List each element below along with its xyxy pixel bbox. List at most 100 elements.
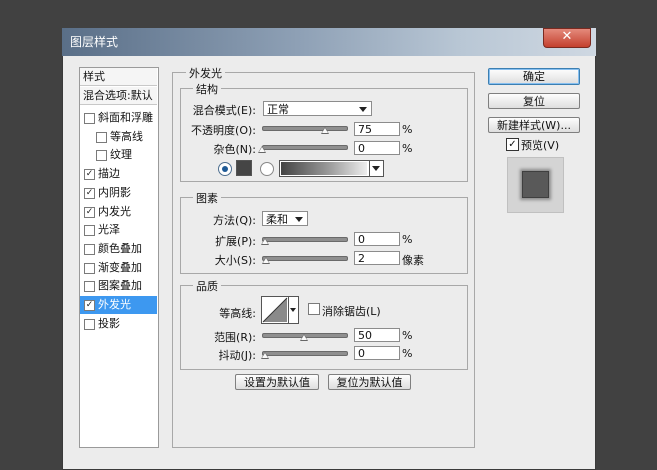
style-item-label: 内阴影 [98, 185, 131, 199]
noise-slider[interactable] [262, 145, 348, 150]
style-item[interactable]: 纹理 [80, 146, 157, 164]
style-item-checkbox[interactable] [84, 243, 95, 255]
gradient-dropdown[interactable] [369, 161, 383, 176]
close-button[interactable]: ✕ [543, 28, 591, 48]
style-item-label: 图案叠加 [98, 279, 142, 293]
style-item[interactable]: ✓ 外发光 [80, 296, 157, 314]
styles-header[interactable]: 样式 [80, 68, 157, 86]
ok-button[interactable]: 确定 [488, 68, 580, 85]
blend-mode-value: 正常 [267, 103, 289, 116]
size-label: 大小(S): [214, 254, 256, 267]
preview-checkbox[interactable]: ✓ [506, 138, 519, 151]
style-item-checkbox[interactable] [84, 225, 95, 237]
glow-color-swatch[interactable] [236, 160, 252, 176]
style-item[interactable]: ✓ 内发光 [80, 203, 157, 221]
noise-unit: % [402, 142, 413, 155]
size-unit: 像素 [402, 254, 424, 267]
opacity-slider[interactable] [262, 126, 348, 131]
elements-title: 图素 [193, 190, 221, 206]
opacity-unit: % [402, 123, 413, 136]
style-item[interactable]: 渐变叠加 [80, 259, 157, 277]
chevron-down-icon [295, 217, 303, 222]
noise-slider-thumb[interactable] [258, 146, 266, 153]
spread-input[interactable]: 0 [354, 232, 400, 246]
style-item-label: 等高线 [110, 129, 143, 143]
style-item-label: 渐变叠加 [98, 260, 142, 274]
jitter-input[interactable]: 0 [354, 346, 400, 360]
new-style-button[interactable]: 新建样式(W)... [488, 117, 580, 133]
jitter-slider-thumb[interactable] [261, 352, 269, 359]
style-item-checkbox[interactable]: ✓ [84, 206, 95, 218]
style-item-label: 投影 [98, 316, 120, 330]
blend-mode-select[interactable]: 正常 [263, 101, 372, 116]
color-radio[interactable] [218, 162, 232, 176]
style-item[interactable]: ✓ 内阴影 [80, 184, 157, 202]
anti-alias-checkbox[interactable] [308, 303, 320, 315]
range-label: 范围(R): [214, 331, 256, 344]
blend-mode-label: 混合模式(E): [192, 104, 256, 117]
preview-swatch [522, 171, 549, 198]
noise-input[interactable]: 0 [354, 141, 400, 155]
style-item-checkbox[interactable]: ✓ [84, 169, 95, 181]
technique-value: 柔和 [266, 213, 288, 226]
jitter-label: 抖动(J): [218, 349, 256, 362]
checkmark-icon: ✓ [508, 139, 517, 150]
style-item[interactable]: ✓ 描边 [80, 165, 157, 183]
contour-dropdown[interactable] [288, 296, 299, 324]
style-item-checkbox[interactable] [84, 113, 95, 124]
chevron-down-icon [359, 107, 367, 112]
style-item-checkbox[interactable] [84, 262, 95, 274]
range-input[interactable]: 50 [354, 328, 400, 342]
gradient-radio[interactable] [260, 162, 274, 176]
technique-label: 方法(Q): [213, 214, 256, 227]
reset-default-button[interactable]: 复位为默认值 [328, 374, 411, 390]
style-item-checkbox[interactable] [96, 150, 107, 162]
style-item[interactable]: 等高线 [80, 128, 157, 146]
opacity-slider-thumb[interactable] [321, 127, 329, 134]
style-item-checkbox[interactable]: ✓ [84, 187, 95, 199]
technique-select[interactable]: 柔和 [262, 211, 308, 226]
size-input[interactable]: 2 [354, 251, 400, 265]
jitter-slider[interactable] [262, 351, 348, 356]
style-item-checkbox[interactable] [84, 281, 95, 293]
gradient-picker[interactable] [279, 160, 384, 177]
noise-label: 杂色(N): [213, 143, 256, 156]
contour-label: 等高线: [219, 307, 256, 320]
jitter-unit: % [402, 347, 413, 360]
style-item-label: 内发光 [98, 204, 131, 218]
contour-picker[interactable] [261, 296, 289, 324]
spread-slider-thumb[interactable] [261, 238, 269, 245]
blending-options-item[interactable]: 混合选项:默认 [80, 87, 157, 105]
reset-button[interactable]: 复位 [488, 93, 580, 109]
style-item-checkbox[interactable] [84, 318, 95, 330]
style-item-label: 纹理 [110, 148, 132, 162]
contour-curve-icon [262, 297, 288, 323]
style-item-checkbox[interactable]: ✓ [84, 300, 95, 311]
spread-label: 扩展(P): [215, 235, 256, 248]
spread-slider[interactable] [262, 237, 348, 242]
make-default-button[interactable]: 设置为默认值 [235, 374, 319, 390]
style-item[interactable]: 投影 [80, 315, 157, 333]
opacity-label: 不透明度(O): [191, 124, 256, 137]
size-slider[interactable] [262, 256, 348, 261]
close-icon: ✕ [561, 29, 573, 44]
style-item-checkbox[interactable] [96, 131, 107, 143]
size-slider-thumb[interactable] [262, 257, 270, 264]
style-item-label: 斜面和浮雕 [98, 111, 153, 124]
chevron-down-icon [372, 166, 380, 171]
quality-title: 品质 [193, 278, 221, 294]
style-item[interactable]: 斜面和浮雕 [80, 109, 157, 127]
spread-unit: % [402, 233, 413, 246]
gradient-preview [281, 162, 367, 175]
style-item[interactable]: 颜色叠加 [80, 240, 157, 258]
window-title: 图层样式 [70, 35, 119, 49]
opacity-input[interactable]: 75 [354, 122, 400, 136]
style-item[interactable]: 图案叠加 [80, 277, 157, 295]
range-slider-thumb[interactable] [300, 334, 308, 341]
title-bar[interactable] [62, 28, 596, 56]
anti-alias-label: 消除锯齿(L) [322, 305, 381, 318]
style-item-label: 描边 [98, 167, 120, 181]
style-item-label: 光泽 [98, 223, 120, 237]
style-item[interactable]: 光泽 [80, 221, 157, 239]
section-title: 外发光 [186, 65, 225, 81]
